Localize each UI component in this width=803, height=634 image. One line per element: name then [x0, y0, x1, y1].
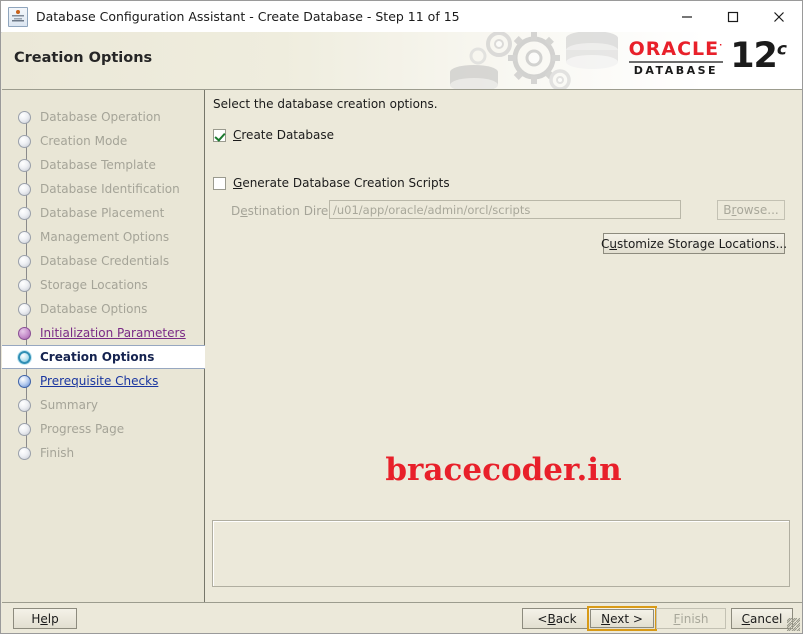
sidebar-item-management-options: Management Options	[2, 225, 205, 249]
sidebar-item-label: Management Options	[40, 230, 170, 244]
finish-button[interactable]: Finish	[656, 608, 726, 629]
page-title: Creation Options	[14, 50, 153, 66]
step-node-icon	[18, 350, 31, 364]
body-area: Database Operation Creation Mode Database …	[2, 90, 802, 602]
customize-storage-locations-button[interactable]: Cu stomize Storage Locations...	[601, 233, 787, 254]
registered-mark: ·	[719, 40, 724, 50]
create-database-label: Create Database	[233, 128, 334, 142]
sidebar-item-label: Database Template	[40, 158, 156, 172]
generate-scripts-label: Generate Database Creation Scripts	[233, 176, 450, 190]
sidebar-item-finish: Finish	[2, 441, 205, 465]
help-button[interactable]: He lp	[13, 608, 77, 629]
sidebar-item-label: Database Operation	[40, 110, 161, 124]
sidebar-item-creation-options[interactable]: Creation Options	[2, 345, 205, 369]
sidebar-item-database-template: Database Template	[2, 153, 205, 177]
window-titlebar: Database Configuration Assistant - Creat…	[1, 1, 802, 33]
instruction-text: Select the database creation options.	[213, 97, 438, 111]
sidebar-item-label: Database Identification	[40, 182, 180, 196]
sidebar-item-label: Prerequisite Checks	[40, 374, 159, 388]
step-node-icon	[18, 158, 31, 172]
step-node-icon	[18, 302, 31, 316]
sidebar-item-label: Initialization Parameters	[40, 326, 186, 340]
sidebar-item-database-placement: Database Placement	[2, 201, 205, 225]
step-node-icon	[18, 110, 31, 124]
generate-scripts-checkbox[interactable]	[213, 176, 226, 190]
database-assistant-icon	[8, 6, 28, 27]
content-pane: Select the database creation options. Cr…	[205, 90, 802, 602]
sidebar-item-label: Database Placement	[40, 206, 165, 220]
step-node-icon	[18, 422, 31, 436]
sidebar-item-database-identification: Database Identification	[2, 177, 205, 201]
browse-button[interactable]: Br owse...	[717, 200, 785, 220]
sidebar-item-label: Database Credentials	[40, 254, 170, 268]
step-node-icon	[18, 326, 31, 340]
sidebar-item-label: Creation Options	[40, 350, 155, 364]
step-node-icon	[18, 374, 31, 388]
oracle-logo: ORACLE· DATABASE 12c	[628, 36, 787, 77]
create-database-checkbox-row[interactable]: Create Database	[213, 128, 334, 142]
sidebar-item-database-operation: Database Operation	[2, 105, 205, 129]
page-banner: Creation Options ORACLE· DATABASE 12c	[2, 32, 802, 90]
step-node-icon	[18, 398, 31, 412]
sidebar-item-creation-mode: Creation Mode	[2, 129, 205, 153]
step-node-icon	[18, 206, 31, 220]
next-button-inner: Next >	[590, 609, 654, 628]
step-node-icon	[18, 278, 31, 292]
resize-grip[interactable]	[787, 618, 800, 631]
dbca-window: Database Configuration Assistant - Creat…	[0, 0, 803, 634]
sidebar-item-prerequisite-checks[interactable]: Prerequisite Checks	[2, 369, 205, 393]
sidebar-item-label: Creation Mode	[40, 134, 128, 148]
oracle-product-name: DATABASE	[633, 64, 719, 77]
back-button[interactable]: < Back	[522, 608, 592, 629]
sidebar-item-label: Finish	[40, 446, 75, 460]
maximize-icon[interactable]	[710, 1, 756, 32]
destination-directory-input[interactable]: /u01/app/oracle/admin/orcl/scripts	[329, 200, 681, 219]
message-panel	[212, 520, 790, 587]
sidebar-item-storage-locations: Storage Locations	[2, 273, 205, 297]
version-suffix: c	[776, 39, 787, 60]
sidebar-item-initialization-parameters[interactable]: Initialization Parameters	[2, 321, 205, 345]
oracle-wordmark: ORACLE· DATABASE	[628, 38, 724, 77]
step-node-icon	[18, 254, 31, 268]
window-title: Database Configuration Assistant - Creat…	[36, 9, 460, 24]
footer-button-bar: He lp < Back Next > Finish Cancel	[2, 602, 802, 633]
oracle-brand-name: ORACLE·	[628, 38, 724, 60]
wizard-steps-sidebar: Database Operation Creation Mode Database …	[2, 90, 205, 602]
step-list: Database Operation Creation Mode Database …	[2, 105, 205, 465]
sidebar-item-label: Summary	[40, 398, 98, 412]
watermark-text: bracecoder.in	[385, 452, 622, 488]
create-database-checkbox[interactable]	[213, 128, 226, 142]
sidebar-item-database-options: Database Options	[2, 297, 205, 321]
sidebar-item-progress-page: Progress Page	[2, 417, 205, 441]
logo-divider	[628, 61, 724, 63]
step-node-icon	[18, 230, 31, 244]
cancel-button[interactable]: Cancel	[731, 608, 793, 629]
window-controls	[664, 1, 802, 32]
step-node-icon	[18, 182, 31, 196]
oracle-version: 12c	[730, 36, 787, 76]
gears-database-artwork	[450, 32, 618, 89]
sidebar-item-label: Storage Locations	[40, 278, 148, 292]
step-node-icon	[18, 134, 31, 148]
close-icon[interactable]	[756, 1, 802, 32]
sidebar-item-summary: Summary	[2, 393, 205, 417]
minimize-icon[interactable]	[664, 1, 710, 32]
sidebar-item-database-credentials: Database Credentials	[2, 249, 205, 273]
next-button[interactable]: Next >	[587, 606, 657, 631]
sidebar-item-label: Progress Page	[40, 422, 125, 436]
sidebar-item-label: Database Options	[40, 302, 148, 316]
generate-scripts-checkbox-row[interactable]: Generate Database Creation Scripts	[213, 176, 450, 190]
step-node-icon	[18, 446, 31, 460]
